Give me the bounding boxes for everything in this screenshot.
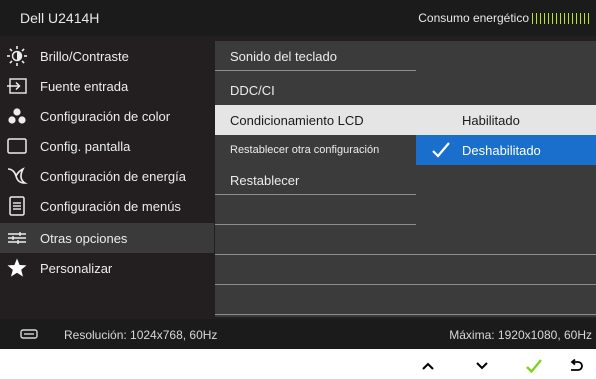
brightness-icon [0, 41, 34, 71]
current-resolution: Resolución: 1024x768, 60Hz [64, 328, 218, 342]
menu-item-label: Configuración de energía [40, 168, 186, 184]
main-menu: Brillo/Contraste Fuente entrada Configur… [0, 41, 214, 317]
monitor-buttons [400, 351, 596, 379]
menu-item-configuracion-color[interactable]: Configuración de color [0, 101, 214, 131]
input-source-icon [0, 71, 34, 101]
menu-item-personalizar[interactable]: Personalizar [0, 253, 214, 283]
option-label: Deshabilitado [462, 143, 541, 158]
submenu-item-sonido-teclado[interactable]: Sonido del teclado [215, 41, 596, 71]
submenu-item-label: Restablecer otra configuración [230, 144, 380, 156]
menu-item-config-pantalla[interactable]: Config. pantalla [0, 131, 214, 161]
up-arrow-icon[interactable] [414, 355, 442, 377]
osd-menu: Dell U2414H Consumo energético Brillo/Co… [0, 0, 596, 349]
menu-item-configuracion-menus[interactable]: Configuración de menús [0, 191, 214, 221]
menu-item-otras-opciones[interactable]: Otras opciones [0, 223, 214, 253]
energy-consumption: Consumo energético [418, 11, 590, 25]
submenu-panel: Sonido del teclado DDC/CI Condicionamien… [215, 41, 596, 317]
menu-item-fuente-entrada[interactable]: Fuente entrada [0, 71, 214, 101]
back-icon[interactable] [562, 355, 590, 377]
sliders-icon [0, 223, 34, 253]
submenu-empty-row [215, 225, 596, 255]
down-arrow-icon[interactable] [468, 355, 496, 377]
check-icon [430, 139, 452, 164]
submenu-empty-row [215, 255, 596, 285]
menu-item-label: Config. pantalla [40, 138, 131, 154]
menu-item-label: Personalizar [40, 260, 113, 276]
osd-footer: Resolución: 1024x768, 60Hz Máxima: 1920x… [0, 319, 596, 349]
check-icon[interactable] [520, 355, 548, 377]
option-habilitado[interactable]: Habilitado [416, 105, 596, 135]
menu-item-label: Fuente entrada [40, 78, 129, 94]
option-label: Habilitado [462, 113, 520, 128]
energy-label: Consumo energético [418, 11, 529, 25]
display-rectangle-icon [0, 131, 34, 161]
row-divider [215, 70, 416, 71]
submenu-item-ddc-ci[interactable]: DDC/CI [215, 75, 596, 105]
menu-item-brillo-contraste[interactable]: Brillo/Contraste [0, 41, 214, 71]
row-divider [215, 314, 596, 315]
osd-header: Dell U2414H Consumo energético [0, 0, 596, 36]
menu-item-label: Configuración de color [40, 108, 171, 124]
menu-list-icon [0, 191, 34, 221]
menu-item-label: Configuración de menús [40, 198, 181, 214]
submenu-item-label: Sonido del teclado [230, 49, 337, 64]
star-icon [0, 253, 34, 283]
menu-item-configuracion-energia[interactable]: Configuración de energía [0, 161, 214, 191]
color-dots-icon [0, 101, 34, 131]
option-deshabilitado[interactable]: Deshabilitado [416, 135, 596, 165]
energy-meter [532, 12, 590, 24]
submenu-item-condicionamiento-lcd[interactable]: Condicionamiento LCD [215, 105, 416, 135]
energy-icon [0, 161, 34, 191]
submenu-item-label: DDC/CI [230, 83, 275, 98]
submenu-item-restablecer[interactable]: Restablecer [215, 165, 596, 195]
max-resolution: Máxima: 1920x1080, 60Hz [449, 328, 592, 342]
menu-item-label: Otras opciones [40, 230, 128, 246]
submenu-empty-row [215, 195, 596, 225]
monitor-model: Dell U2414H [20, 10, 100, 26]
submenu-item-label: Condicionamiento LCD [230, 113, 364, 128]
submenu-item-label: Restablecer [230, 173, 300, 188]
menu-item-label: Brillo/Contraste [40, 48, 129, 64]
video-connector-icon [20, 328, 38, 343]
submenu-empty-row [215, 285, 596, 315]
